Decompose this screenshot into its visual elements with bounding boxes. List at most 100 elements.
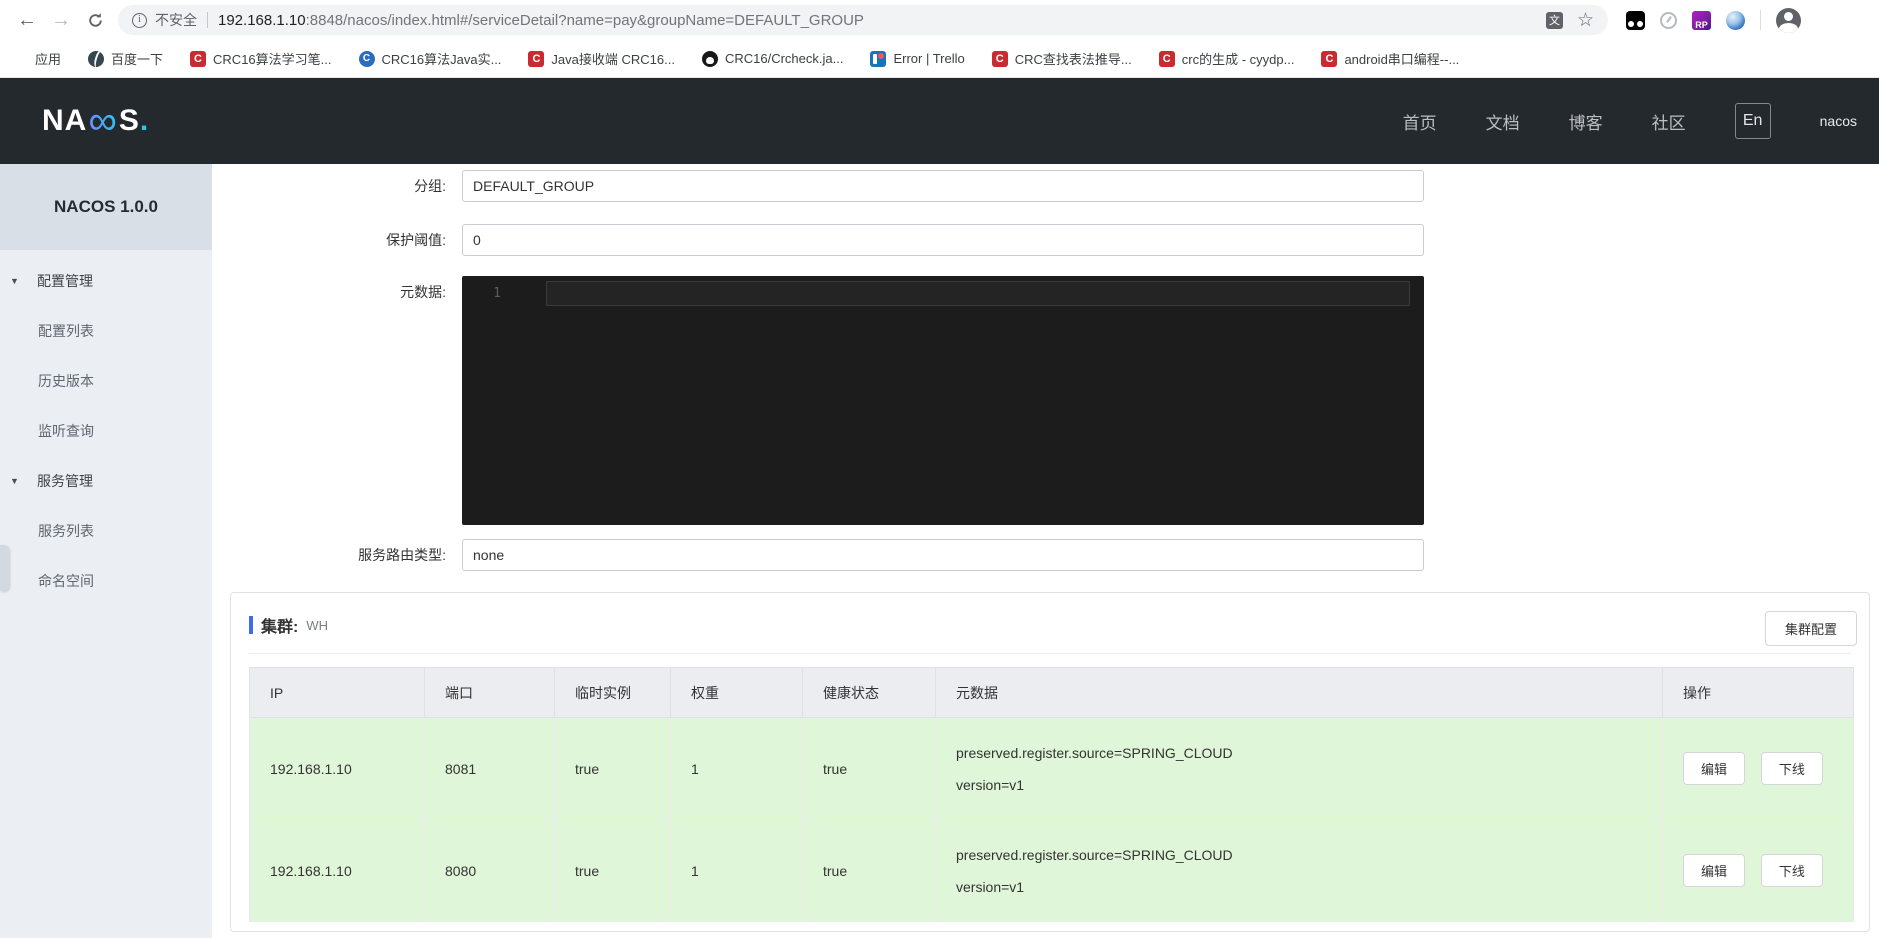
apps-grid-icon [12, 51, 28, 67]
nav-link-blog[interactable]: 博客 [1569, 109, 1603, 134]
form-row-metadata: 元数据: 1 [212, 276, 1879, 525]
bookmark-android-serial[interactable]: C android串口编程--... [1321, 49, 1459, 68]
table-row: 192.168.1.10 8081 true 1 true preserved.… [249, 717, 1854, 820]
cell-weight: 1 [670, 819, 803, 922]
col-metadata: 元数据 [935, 667, 1663, 718]
cell-ephemeral: true [554, 717, 671, 820]
axure-rp-extension-icon[interactable]: RP [1692, 10, 1711, 30]
metadata-label: 元数据: [400, 284, 446, 300]
protect-threshold-input[interactable] [462, 224, 1424, 256]
address-bar[interactable]: i 不安全 192.168.1.10:8848/nacos/index.html… [118, 5, 1608, 35]
offline-button[interactable]: 下线 [1760, 854, 1823, 887]
table-header-row: IP 端口 临时实例 权重 健康状态 元数据 操作 [249, 667, 1854, 718]
csdn-icon: C [991, 50, 1008, 67]
nacos-logo[interactable]: NA ∞ S. [42, 99, 149, 143]
metadata-code-editor[interactable]: 1 [462, 276, 1424, 525]
col-actions: 操作 [1662, 667, 1854, 718]
bookmark-crc-generate[interactable]: C crc的生成 - cyydp... [1158, 49, 1295, 68]
tampermonkey-extension-icon[interactable] [1626, 10, 1645, 30]
metadata-line: preserved.register.source=SPRING_CLOUD [956, 744, 1233, 761]
cluster-name: WH [306, 617, 329, 633]
blue-c-icon: C [358, 50, 375, 67]
cell-ephemeral: true [554, 819, 671, 922]
edit-button[interactable]: 编辑 [1683, 752, 1746, 785]
metadata-line: version=v1 [956, 878, 1025, 895]
infinity-icon: ∞ [88, 99, 118, 143]
sidebar: NACOS 1.0.0 ▼ 配置管理 配置列表 历史版本 监听查询 ▼ 服务管理… [0, 164, 212, 938]
bookmark-crc16-notes[interactable]: C CRC16算法学习笔... [190, 49, 332, 68]
nav-link-docs[interactable]: 文档 [1486, 109, 1520, 134]
bookmark-crc16-java[interactable]: C CRC16算法Java实... [358, 49, 501, 68]
bookmarks-bar: 应用 百度一下 C CRC16算法学习笔... C CRC16算法Java实..… [0, 40, 1879, 78]
csdn-icon: C [528, 50, 545, 67]
reload-button[interactable] [78, 3, 112, 37]
cell-actions: 编辑 下线 [1662, 819, 1854, 922]
bookmark-star-icon[interactable]: ☆ [1577, 9, 1594, 32]
url-path: :8848/nacos/index.html#/serviceDetail?na… [305, 11, 864, 29]
section-label: 配置管理 [37, 273, 93, 289]
col-weight: 权重 [670, 667, 803, 718]
sidebar-item-history[interactable]: 历史版本 [0, 356, 212, 406]
bookmark-label: crc的生成 - cyydp... [1181, 52, 1295, 67]
gauge-extension-icon[interactable] [1660, 11, 1677, 29]
language-toggle-button[interactable]: En [1734, 103, 1771, 139]
service-detail-content: 分组: 保护阈值: 元数据: 1 服务路由类型: 集群: WH [212, 164, 1879, 938]
bookmark-baidu[interactable]: 百度一下 [88, 49, 163, 68]
metadata-line: preserved.register.source=SPRING_CLOUD [956, 846, 1233, 863]
url-text[interactable]: 192.168.1.10:8848/nacos/index.html#/serv… [218, 12, 1546, 29]
sidebar-item-config-list[interactable]: 配置列表 [0, 306, 212, 356]
page-info-icon[interactable]: i [132, 12, 147, 28]
nav-link-community[interactable]: 社区 [1652, 109, 1686, 134]
cell-port: 8081 [424, 717, 555, 820]
cell-ip: 192.168.1.10 [249, 717, 425, 820]
nacos-top-header: NA ∞ S. 首页 文档 博客 社区 En nacos [0, 78, 1879, 164]
browser-profile-avatar[interactable] [1776, 7, 1801, 33]
cluster-config-button[interactable]: 集群配置 [1764, 611, 1857, 646]
offline-button[interactable]: 下线 [1760, 752, 1823, 785]
bookmark-crc-lookup[interactable]: C CRC查找表法推导... [991, 49, 1132, 68]
editor-current-line[interactable] [546, 281, 1410, 306]
form-row-threshold: 保护阈值: [212, 224, 1879, 256]
cluster-title: 集群: [261, 619, 299, 636]
form-row-route-type: 服务路由类型: [212, 539, 1879, 571]
browser-toolbar: ← → i 不安全 192.168.1.10:8848/nacos/index.… [0, 0, 1879, 40]
bookmark-label: Error | Trello [893, 51, 965, 66]
cell-actions: 编辑 下线 [1662, 717, 1854, 820]
bookmark-github-crcheck[interactable]: CRC16/Crcheck.ja... [701, 50, 843, 67]
bookmark-java-receiver[interactable]: C Java接收端 CRC16... [528, 49, 675, 68]
nav-link-home[interactable]: 首页 [1403, 109, 1437, 134]
reload-icon [88, 12, 102, 27]
bookmark-label: 应用 [35, 52, 62, 67]
extensions-area: RP [1626, 7, 1801, 33]
bookmark-label: 百度一下 [111, 52, 164, 67]
col-port: 端口 [424, 667, 555, 718]
cell-port: 8080 [424, 819, 555, 922]
cell-healthy: true [802, 819, 936, 922]
cell-metadata: preserved.register.source=SPRING_CLOUD v… [935, 717, 1663, 820]
forward-button[interactable]: → [44, 3, 78, 37]
sidebar-item-service-list[interactable]: 服务列表 [0, 506, 212, 556]
orb-extension-icon[interactable] [1726, 10, 1745, 30]
translate-icon[interactable]: 文 [1545, 11, 1563, 29]
route-type-input[interactable] [462, 539, 1424, 571]
divider [1760, 10, 1761, 30]
sidebar-item-namespace[interactable]: 命名空间 [0, 556, 212, 606]
sidebar-section-service[interactable]: ▼ 服务管理 [0, 456, 212, 506]
sidebar-item-listen-query[interactable]: 监听查询 [0, 406, 212, 456]
section-label: 服务管理 [37, 473, 93, 489]
group-input[interactable] [462, 170, 1424, 202]
back-button[interactable]: ← [10, 3, 44, 37]
top-navigation: 首页 文档 博客 社区 En nacos [1403, 103, 1857, 139]
protect-threshold-label: 保护阈值: [386, 232, 446, 248]
logged-in-user[interactable]: nacos [1820, 113, 1857, 129]
sidebar-section-config[interactable]: ▼ 配置管理 [0, 256, 212, 306]
group-label: 分组: [414, 178, 446, 194]
sidebar-collapse-handle[interactable] [0, 545, 9, 591]
metadata-line: version=v1 [956, 776, 1025, 793]
csdn-icon: C [190, 50, 207, 67]
logo-text: NA [42, 104, 88, 137]
accent-bar [249, 616, 253, 634]
bookmark-trello[interactable]: Error | Trello [870, 50, 965, 67]
edit-button[interactable]: 编辑 [1683, 854, 1746, 887]
bookmark-apps[interactable]: 应用 [12, 49, 61, 68]
